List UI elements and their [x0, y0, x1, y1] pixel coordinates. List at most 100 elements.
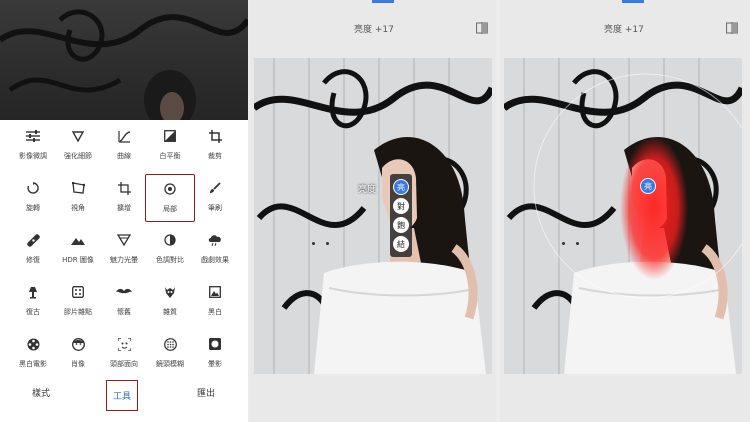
graffiti-preview — [0, 9, 248, 120]
top-indicator — [622, 0, 644, 3]
control-point-marker[interactable] — [576, 242, 579, 245]
selective-editor-mask-view: 亮度 +17 亮 — [500, 0, 750, 422]
grunge-icon — [159, 282, 181, 302]
tool-brush[interactable]: 筆刷 — [190, 174, 240, 222]
nav-tools-tab[interactable]: 工具 — [106, 380, 139, 411]
photo-graffiti-portrait — [254, 58, 492, 374]
nav-export-tab[interactable]: 匯出 — [197, 386, 215, 399]
healing-bandage-icon — [22, 230, 44, 250]
tool-label: 復古 — [26, 308, 40, 316]
tool-rotate[interactable]: 旋轉 — [8, 174, 58, 222]
tool-label: 視角 — [71, 204, 85, 212]
compare-icon[interactable] — [726, 21, 738, 34]
grainy-film-icon — [67, 282, 89, 302]
mustache-icon — [113, 282, 135, 302]
tool-grainy-film[interactable]: 膠片雜點 — [53, 278, 103, 326]
tool-label: 戲劇效果 — [201, 256, 229, 264]
tool-label: 擴增 — [117, 204, 131, 212]
tool-label: 修復 — [26, 256, 40, 264]
tool-label: 旋轉 — [26, 204, 40, 212]
tools-panel: 影像微調 強化細節 曲線 白平衡 裁剪 旋轉 視角 擴增 局部 筆刷 修復 HD… — [0, 0, 248, 422]
menu-contrast-option[interactable]: 對 — [393, 198, 409, 214]
tool-vignette[interactable]: 暈影 — [190, 330, 240, 378]
adjustment-header: 亮度 +17 — [354, 25, 394, 35]
tool-label: 筆刷 — [208, 204, 222, 212]
tool-details[interactable]: 強化細節 — [53, 122, 103, 170]
pin-param-label: 亮度 — [358, 185, 377, 195]
adjustment-header: 亮度 +17 — [604, 25, 644, 35]
tonal-contrast-icon — [159, 230, 181, 250]
tool-grunge[interactable]: 雜質 — [145, 278, 195, 326]
mountains-icon — [67, 230, 89, 250]
tool-vintage[interactable]: 復古 — [8, 278, 58, 326]
lens-blur-icon — [159, 334, 181, 354]
tool-label: 懷舊 — [117, 308, 131, 316]
tool-lens-blur[interactable]: 鏡頭模糊 — [145, 330, 195, 378]
tool-healing[interactable]: 修復 — [8, 226, 58, 274]
black-white-icon — [204, 282, 226, 302]
tool-retrolux[interactable]: 懷舊 — [99, 278, 149, 326]
rotate-icon — [22, 178, 44, 198]
menu-structure-option[interactable]: 結 — [393, 236, 409, 252]
tool-crop[interactable]: 裁剪 — [190, 122, 240, 170]
control-point-marker[interactable] — [312, 242, 315, 245]
crop-icon — [204, 126, 226, 146]
selective-target-icon — [159, 179, 181, 199]
film-reel-icon — [22, 334, 44, 354]
tool-label: 白平衡 — [159, 152, 181, 160]
tool-drama[interactable]: 戲劇效果 — [190, 226, 240, 274]
photo-graffiti-portrait-mask — [504, 58, 742, 374]
tool-white-balance[interactable]: 白平衡 — [145, 122, 195, 170]
tool-label: 色調對比 — [156, 256, 184, 264]
tool-label: 黑白 — [208, 308, 222, 316]
control-point-menu: 亮 對 飽 結 — [390, 174, 412, 257]
tool-label: 強化細節 — [64, 152, 92, 160]
tool-label: 肖像 — [71, 360, 85, 368]
selection-mask-overlay — [620, 136, 688, 280]
portrait-face-icon — [67, 334, 89, 354]
tool-label: 裁剪 — [208, 152, 222, 160]
tune-sliders-icon — [22, 126, 44, 146]
tool-tonal-contrast[interactable]: 色調對比 — [145, 226, 195, 274]
tool-label: 鏡頭模糊 — [156, 360, 184, 368]
menu-brightness-option[interactable]: 亮 — [393, 179, 409, 195]
tool-expand[interactable]: 擴增 — [99, 174, 149, 222]
tool-label: 膠片雜點 — [64, 308, 92, 316]
tool-tune-image[interactable]: 影像微調 — [8, 122, 58, 170]
brush-icon — [204, 178, 226, 198]
tool-perspective[interactable]: 視角 — [53, 174, 103, 222]
tool-label: 黑白電影 — [19, 360, 47, 368]
compare-icon[interactable] — [476, 21, 488, 34]
edited-photo-with-mask[interactable]: 亮 — [504, 58, 742, 374]
tool-glamour-glow[interactable]: 魅力光暈 — [99, 226, 149, 274]
glamour-glow-icon — [113, 230, 135, 250]
triangle-details-icon — [67, 126, 89, 146]
tool-label: 魅力光暈 — [110, 256, 138, 264]
tool-noir[interactable]: 黑白電影 — [8, 330, 58, 378]
control-point-marker[interactable] — [326, 242, 329, 245]
tool-label: 局部 — [163, 205, 177, 213]
perspective-icon — [67, 178, 89, 198]
selective-editor-menu-view: 亮度 +17 亮度 亮 對 飽 結 — [250, 0, 496, 422]
nav-styles-tab[interactable]: 樣式 — [32, 386, 50, 399]
menu-saturation-option[interactable]: 飽 — [393, 217, 409, 233]
curves-icon — [113, 126, 135, 146]
tool-black-white[interactable]: 黑白 — [190, 278, 240, 326]
tool-head-pose[interactable]: 頭部面向 — [99, 330, 149, 378]
control-point-marker[interactable] — [562, 242, 565, 245]
top-indicator — [372, 0, 394, 3]
head-pose-icon — [113, 334, 135, 354]
control-point-pin[interactable]: 亮 — [640, 178, 656, 194]
tool-hdr[interactable]: HDR 圖像 — [53, 226, 103, 274]
bottom-nav: 樣式 工具 匯出 — [0, 378, 248, 418]
expand-icon — [113, 178, 135, 198]
white-balance-icon — [159, 126, 181, 146]
tool-label: 雜質 — [163, 308, 177, 316]
edited-photo[interactable]: 亮度 — [254, 58, 492, 374]
tool-portrait[interactable]: 肖像 — [53, 330, 103, 378]
tool-label: HDR 圖像 — [62, 256, 94, 264]
tool-curves[interactable]: 曲線 — [99, 122, 149, 170]
drama-cloud-icon — [204, 230, 226, 250]
tool-selective[interactable]: 局部 — [145, 174, 195, 222]
tool-label: 曲線 — [117, 152, 131, 160]
